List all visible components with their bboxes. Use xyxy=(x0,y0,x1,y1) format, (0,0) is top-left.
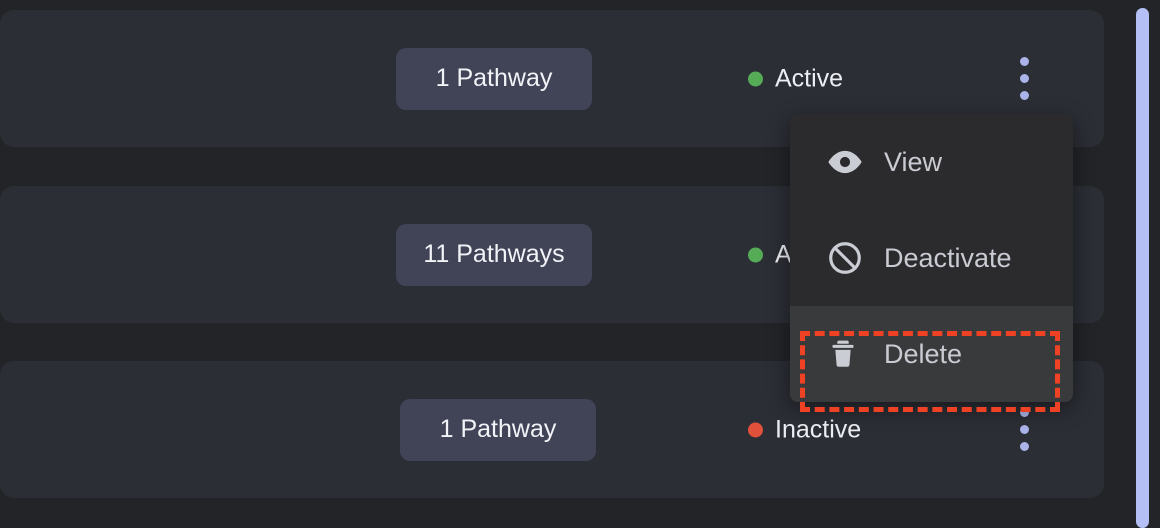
menu-item-label: Delete xyxy=(884,338,963,369)
scrollbar-track[interactable] xyxy=(1124,0,1160,528)
status-badge: Inactive xyxy=(748,417,861,442)
kebab-dot-icon xyxy=(1019,57,1029,66)
context-menu: View Deactivate Delete xyxy=(790,114,1073,402)
pathways-badge: 1 Pathway xyxy=(400,398,596,461)
kebab-dot-icon xyxy=(1019,91,1029,100)
kebab-menu-icon[interactable] xyxy=(1008,406,1040,454)
kebab-dot-icon xyxy=(1019,408,1029,417)
menu-item-label: View xyxy=(884,146,943,177)
pathways-badge: 11 Pathways xyxy=(396,223,592,286)
status-label: Active xyxy=(775,64,844,92)
eye-icon xyxy=(826,143,870,181)
status-dot-icon xyxy=(748,71,763,86)
menu-item-view[interactable]: View xyxy=(790,114,1073,210)
menu-item-label: Deactivate xyxy=(884,242,1012,273)
status-label: Inactive xyxy=(775,415,862,443)
status-dot-icon xyxy=(748,247,763,262)
kebab-dot-icon xyxy=(1019,425,1029,434)
status-badge: Active xyxy=(748,66,843,91)
slash-circle-icon xyxy=(826,239,870,277)
kebab-dot-icon xyxy=(1019,74,1029,83)
trash-icon xyxy=(826,337,870,371)
kebab-dot-icon xyxy=(1019,442,1029,451)
pathways-badge: 1 Pathway xyxy=(396,47,592,110)
menu-item-delete[interactable]: Delete xyxy=(790,306,1073,402)
scrollbar-thumb[interactable] xyxy=(1136,8,1149,528)
status-dot-icon xyxy=(748,422,763,437)
kebab-menu-icon[interactable] xyxy=(1008,55,1040,103)
menu-item-deactivate[interactable]: Deactivate xyxy=(790,210,1073,306)
page-root: 1 Pathway Active 11 Pathways Active xyxy=(0,0,1160,528)
